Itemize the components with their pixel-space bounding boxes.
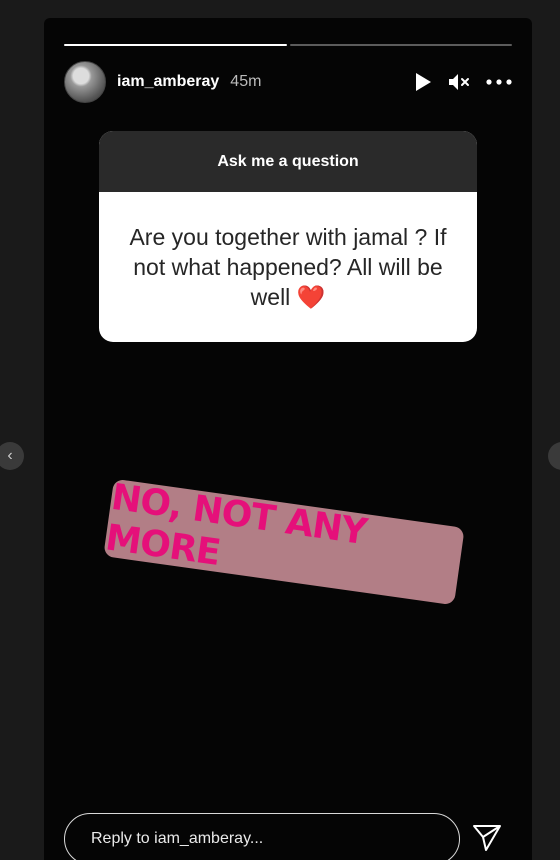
username[interactable]: iam_amberay: [117, 73, 219, 91]
progress-bar: [64, 44, 512, 47]
timestamp: 45m: [230, 73, 262, 90]
reply-placeholder: Reply to iam_amberay...: [91, 830, 264, 847]
answer-sticker: NO, NOT ANY MORE: [103, 477, 465, 606]
avatar[interactable]: [64, 61, 106, 103]
story-header: iam_amberay 45m: [64, 61, 512, 103]
chevron-left-icon: ‹: [7, 447, 13, 464]
mute-icon: [449, 74, 469, 90]
more-icon: [486, 79, 512, 85]
next-story-button[interactable]: ›: [548, 442, 560, 470]
more-options-button[interactable]: [486, 79, 512, 85]
story-viewer: iam_amberay 45m Ask me a question Are yo…: [44, 18, 532, 860]
previous-story-button[interactable]: ‹: [0, 442, 24, 470]
send-icon: [473, 825, 501, 851]
mute-button[interactable]: [448, 72, 470, 92]
reply-input[interactable]: Reply to iam_amberay...: [64, 813, 460, 860]
question-title: Ask me a question: [99, 131, 477, 192]
play-icon: [416, 73, 431, 91]
play-button[interactable]: [414, 72, 432, 92]
send-button[interactable]: [472, 824, 502, 857]
question-text: Are you together with jamal ? If not wha…: [129, 224, 447, 310]
question-sticker: Ask me a question Are you together with …: [99, 131, 477, 342]
progress-segment: [289, 44, 512, 46]
progress-segment: [64, 44, 287, 46]
